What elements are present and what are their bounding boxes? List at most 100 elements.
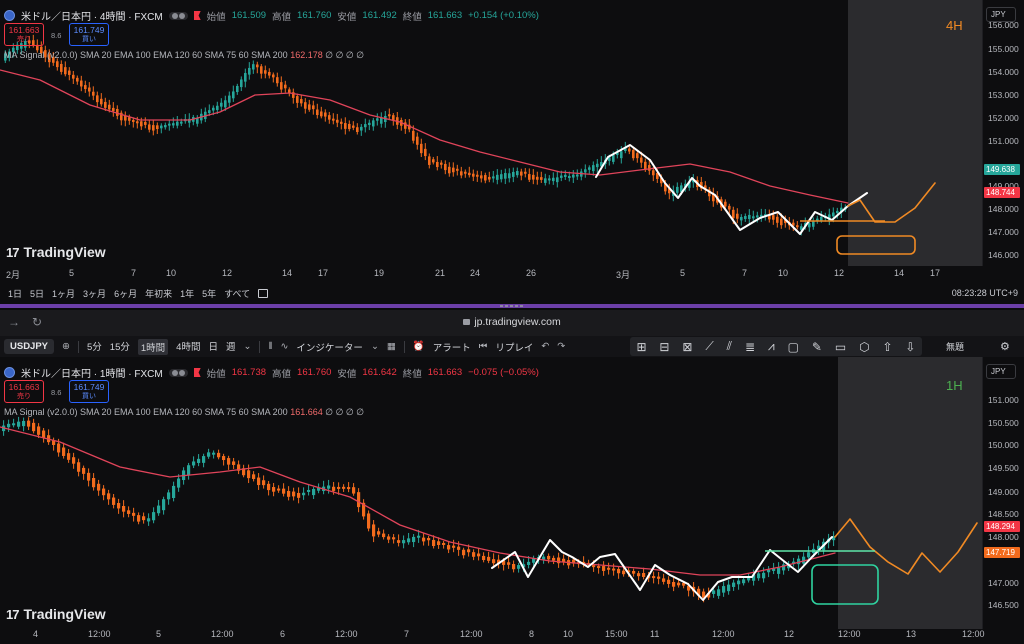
candle <box>280 82 283 90</box>
clock[interactable]: 08:23:28 UTC+9 <box>952 288 1018 298</box>
symbol-legend[interactable]: 米ドル／日本円 · 4時間 · FXCM 始値 161.509 高値 161.760… <box>4 8 539 23</box>
arrow-down-tool-icon[interactable]: ⇩ <box>905 340 915 354</box>
divider-handle-icon[interactable] <box>497 302 527 310</box>
time-axis[interactable]: 2月 5 7 10 12 14 17 19 21 24 26 3月 5 7 10 12 14 17 <box>0 266 982 282</box>
candle <box>732 209 735 219</box>
time-tick: 13 <box>906 629 917 639</box>
alarm-icon[interactable]: ⏰ <box>413 341 425 352</box>
range-button[interactable]: 1ヶ月 <box>52 287 75 300</box>
interval-button[interactable]: 4時間 <box>176 339 200 355</box>
range-button[interactable]: すべて <box>224 287 250 300</box>
candle <box>676 186 679 193</box>
candle-type-icon[interactable]: ⫴ <box>268 341 272 352</box>
currency-selector[interactable]: JPY <box>986 364 1016 379</box>
interval-button[interactable]: 5分 <box>87 339 102 355</box>
url-bar[interactable]: jp.tradingview.com <box>0 316 1024 328</box>
range-button[interactable]: 1日 <box>8 287 22 300</box>
undo-icon[interactable]: ↶ <box>541 341 549 352</box>
candle <box>164 125 167 128</box>
chart-canvas-4h[interactable] <box>0 0 982 266</box>
candle <box>272 487 276 492</box>
flag-icon[interactable] <box>193 11 201 20</box>
candle <box>572 174 575 178</box>
range-button[interactable]: 1年 <box>180 287 194 300</box>
candle <box>67 453 71 460</box>
time-tick: 24 <box>470 268 481 278</box>
interval-button[interactable]: 15分 <box>110 339 130 355</box>
candle <box>84 85 87 90</box>
candle <box>387 536 391 540</box>
candle <box>596 163 599 168</box>
fib-tool-icon[interactable]: ⊟ <box>659 340 669 354</box>
indicator-legend[interactable]: MA Signal (v2.0.0) SMA 20 EMA 100 EMA 12… <box>4 407 364 418</box>
rectangle-tool-icon[interactable]: ▢ <box>788 340 799 354</box>
chart-canvas-1h[interactable] <box>0 357 982 629</box>
brush-tool-icon[interactable]: ✎ <box>812 340 822 354</box>
buy-label: 買い <box>82 393 96 400</box>
chart-pane-1h[interactable]: 米ドル／日本円 · 1時間 · FXCM 始値 161.738 高値 161.760… <box>0 357 1024 644</box>
sell-button[interactable]: 161.663 売り <box>4 23 44 46</box>
candle <box>776 216 779 223</box>
crosshair-tool-icon[interactable]: ⊞ <box>636 340 646 354</box>
buy-button[interactable]: 161.749 買い <box>69 23 109 46</box>
candle <box>127 510 131 514</box>
candle <box>244 73 247 82</box>
gear-icon[interactable]: ⚙ <box>1000 340 1010 353</box>
buy-price: 161.749 <box>73 25 105 35</box>
symbol-title[interactable]: 米ドル／日本円 · 4時間 · FXCM <box>21 8 163 23</box>
position-tool-icon[interactable]: ⊠ <box>682 340 692 354</box>
logo-text: TradingView <box>23 244 106 260</box>
candle <box>92 91 95 96</box>
symbol-search-button[interactable]: USDJPY <box>4 339 55 354</box>
candle <box>376 118 379 121</box>
ray-tool-icon[interactable]: ⟋ <box>705 339 713 354</box>
interval-button[interactable]: 1時間 <box>137 338 169 355</box>
chart-pane-4h[interactable]: 米ドル／日本円 · 4時間 · FXCM 始値 161.509 高値 161.760… <box>0 0 1024 308</box>
range-button[interactable]: 5日 <box>30 287 44 300</box>
candle <box>352 487 356 494</box>
calendar-icon[interactable] <box>258 288 269 298</box>
range-button[interactable]: 年初来 <box>145 287 172 300</box>
candle <box>172 485 176 499</box>
candle <box>356 127 359 132</box>
candle <box>442 542 446 545</box>
layout-name[interactable]: 無題 <box>946 340 964 353</box>
chevron-down-icon[interactable]: ⌄ <box>243 341 251 352</box>
alert-button[interactable]: アラート <box>433 340 471 354</box>
time-axis[interactable]: 4 12:00 5 12:00 6 12:00 7 12:00 8 10 15:00 11 12:00 1… <box>0 627 985 643</box>
channel-tool-icon[interactable]: ⫽ <box>727 339 732 354</box>
pitchfork-tool-icon[interactable]: ≣ <box>745 340 755 354</box>
redo-icon[interactable]: ↷ <box>557 341 565 352</box>
arrow-up-tool-icon[interactable]: ⇧ <box>882 340 892 354</box>
candle <box>427 538 431 541</box>
indicator-visibility-icon[interactable]: ∅ ∅ ∅ ∅ <box>325 407 364 417</box>
chevron-down-icon[interactable]: ⌄ <box>371 341 379 352</box>
comment-tool-icon[interactable]: ▭ <box>835 340 846 354</box>
candle <box>222 456 226 461</box>
range-button[interactable]: 6ヶ月 <box>114 287 137 300</box>
sell-button[interactable]: 161.663 売り <box>4 380 44 403</box>
candle <box>667 579 671 584</box>
layout-grid-icon[interactable]: ▦ <box>387 341 396 352</box>
add-symbol-icon[interactable]: ⊕ <box>62 341 70 352</box>
symbol-legend[interactable]: 米ドル／日本円 · 1時間 · FXCM 始値 161.738 高値 161.760… <box>4 365 539 380</box>
zigzag-tool-icon[interactable]: ⩘ <box>768 339 775 354</box>
range-button[interactable]: 5年 <box>202 287 216 300</box>
candle <box>377 531 381 535</box>
indicator-legend[interactable]: MA Signal (v2.0.0) SMA 20 EMA 100 EMA 12… <box>4 50 364 61</box>
symbol-title[interactable]: 米ドル／日本円 · 1時間 · FXCM <box>21 365 163 380</box>
interval-button[interactable]: 日 <box>208 339 218 355</box>
flag-icon[interactable] <box>193 368 201 377</box>
buy-button[interactable]: 161.749 買い <box>69 380 109 403</box>
replay-button[interactable]: リプレイ <box>495 340 533 354</box>
candle <box>732 582 736 587</box>
indicators-icon[interactable]: ∿ <box>280 341 288 352</box>
candle <box>262 480 266 486</box>
range-button[interactable]: 3ヶ月 <box>83 287 106 300</box>
time-tick: 10 <box>778 268 789 278</box>
indicators-button[interactable]: インジケーター <box>296 340 363 354</box>
interval-button[interactable]: 週 <box>226 339 236 355</box>
replay-icon[interactable]: ⏮ <box>479 341 488 352</box>
label-tool-icon[interactable]: ⬡ <box>859 340 869 354</box>
indicator-visibility-icon[interactable]: ∅ ∅ ∅ ∅ <box>325 50 364 60</box>
